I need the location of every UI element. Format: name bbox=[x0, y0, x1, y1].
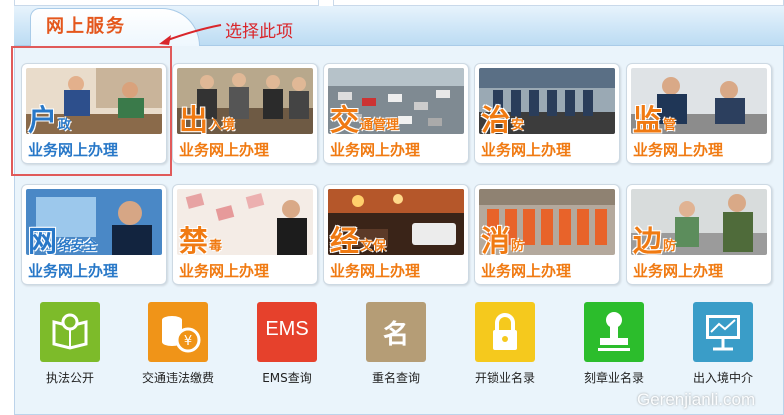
card-title-rest: 络安全 bbox=[58, 239, 98, 254]
svg-text:¥: ¥ bbox=[184, 334, 192, 349]
card-subtitle: 业务网上办理 bbox=[330, 262, 421, 280]
card-big-char: 经 bbox=[330, 224, 360, 258]
card-fire-protection[interactable]: 消 防 业务网上办理 bbox=[474, 184, 620, 285]
card-big-char: 消 bbox=[481, 224, 511, 258]
card-title-rest: 防 bbox=[511, 239, 525, 254]
card-title-rest: 通管理 bbox=[360, 118, 400, 133]
watermark: Gerenjianli.com bbox=[637, 390, 756, 409]
card-subtitle: 业务网上办理 bbox=[481, 141, 572, 159]
panel-title: 网上服务 bbox=[46, 16, 126, 37]
card-big-char: 监 bbox=[633, 103, 663, 137]
card-big-char: 禁 bbox=[179, 224, 209, 258]
service-label[interactable]: EMS查询 bbox=[232, 369, 342, 386]
name-icon[interactable]: 名 bbox=[366, 302, 426, 362]
annotation-text: 选择此项 bbox=[225, 22, 293, 42]
card-title-rest: 安 bbox=[511, 118, 525, 133]
card-supervision[interactable]: 监 管 业务网上办理 bbox=[626, 63, 772, 164]
card-border-defense[interactable]: 边 防 业务网上办理 bbox=[626, 184, 772, 285]
card-title-rest: 文保 bbox=[360, 239, 387, 254]
card-big-char: 边 bbox=[633, 224, 663, 258]
card-cyber-security[interactable]: 网 络安全 业务网上办理 bbox=[21, 184, 167, 285]
service-label[interactable]: 执法公开 bbox=[15, 369, 125, 386]
ems-icon[interactable]: EMS bbox=[257, 302, 317, 362]
card-big-char: 治 bbox=[481, 103, 511, 137]
service-label[interactable]: 出入境中介 bbox=[668, 369, 778, 386]
card-public-security[interactable]: 治 安 业务网上办理 bbox=[474, 63, 620, 164]
ems-icon-text: EMS bbox=[265, 318, 309, 340]
card-subtitle: 业务网上办理 bbox=[481, 262, 572, 280]
service-label[interactable]: 刻章业名录 bbox=[559, 369, 669, 386]
card-subtitle: 业务网上办理 bbox=[28, 262, 119, 280]
card-big-char: 出 bbox=[179, 103, 209, 137]
service-label[interactable]: 开锁业名录 bbox=[450, 369, 560, 386]
service-label[interactable]: 重名查询 bbox=[341, 369, 451, 386]
book-search-icon[interactable] bbox=[40, 302, 100, 362]
coins-yen-icon[interactable]: ¥ bbox=[148, 302, 208, 362]
card-subtitle: 业务网上办理 bbox=[179, 262, 270, 280]
card-title-rest: 防 bbox=[663, 239, 677, 254]
card-title-rest: 入境 bbox=[209, 118, 236, 133]
card-subtitle: 业务网上办理 bbox=[330, 141, 421, 159]
card-subtitle: 业务网上办理 bbox=[179, 141, 270, 159]
selection-highlight-box bbox=[11, 46, 172, 176]
card-traffic[interactable]: 交 通管理 业务网上办理 bbox=[323, 63, 469, 164]
stamp-icon[interactable] bbox=[584, 302, 644, 362]
card-subtitle: 业务网上办理 bbox=[633, 141, 724, 159]
card-title-rest: 管 bbox=[663, 118, 677, 133]
service-label[interactable]: 交通违法缴费 bbox=[123, 369, 233, 386]
card-big-char: 网 bbox=[28, 224, 58, 258]
card-anti-drug[interactable]: 禁 毒 业务网上办理 bbox=[172, 184, 318, 285]
card-economic-protection[interactable]: 经 文保 业务网上办理 bbox=[323, 184, 469, 285]
lock-icon[interactable] bbox=[475, 302, 535, 362]
card-subtitle: 业务网上办理 bbox=[633, 262, 724, 280]
card-big-char: 交 bbox=[330, 103, 360, 137]
card-exit-entry[interactable]: 出 入境 业务网上办理 bbox=[172, 63, 318, 164]
card-title-rest: 毒 bbox=[209, 239, 223, 254]
presentation-icon[interactable] bbox=[693, 302, 753, 362]
name-icon-text: 名 bbox=[382, 320, 409, 350]
